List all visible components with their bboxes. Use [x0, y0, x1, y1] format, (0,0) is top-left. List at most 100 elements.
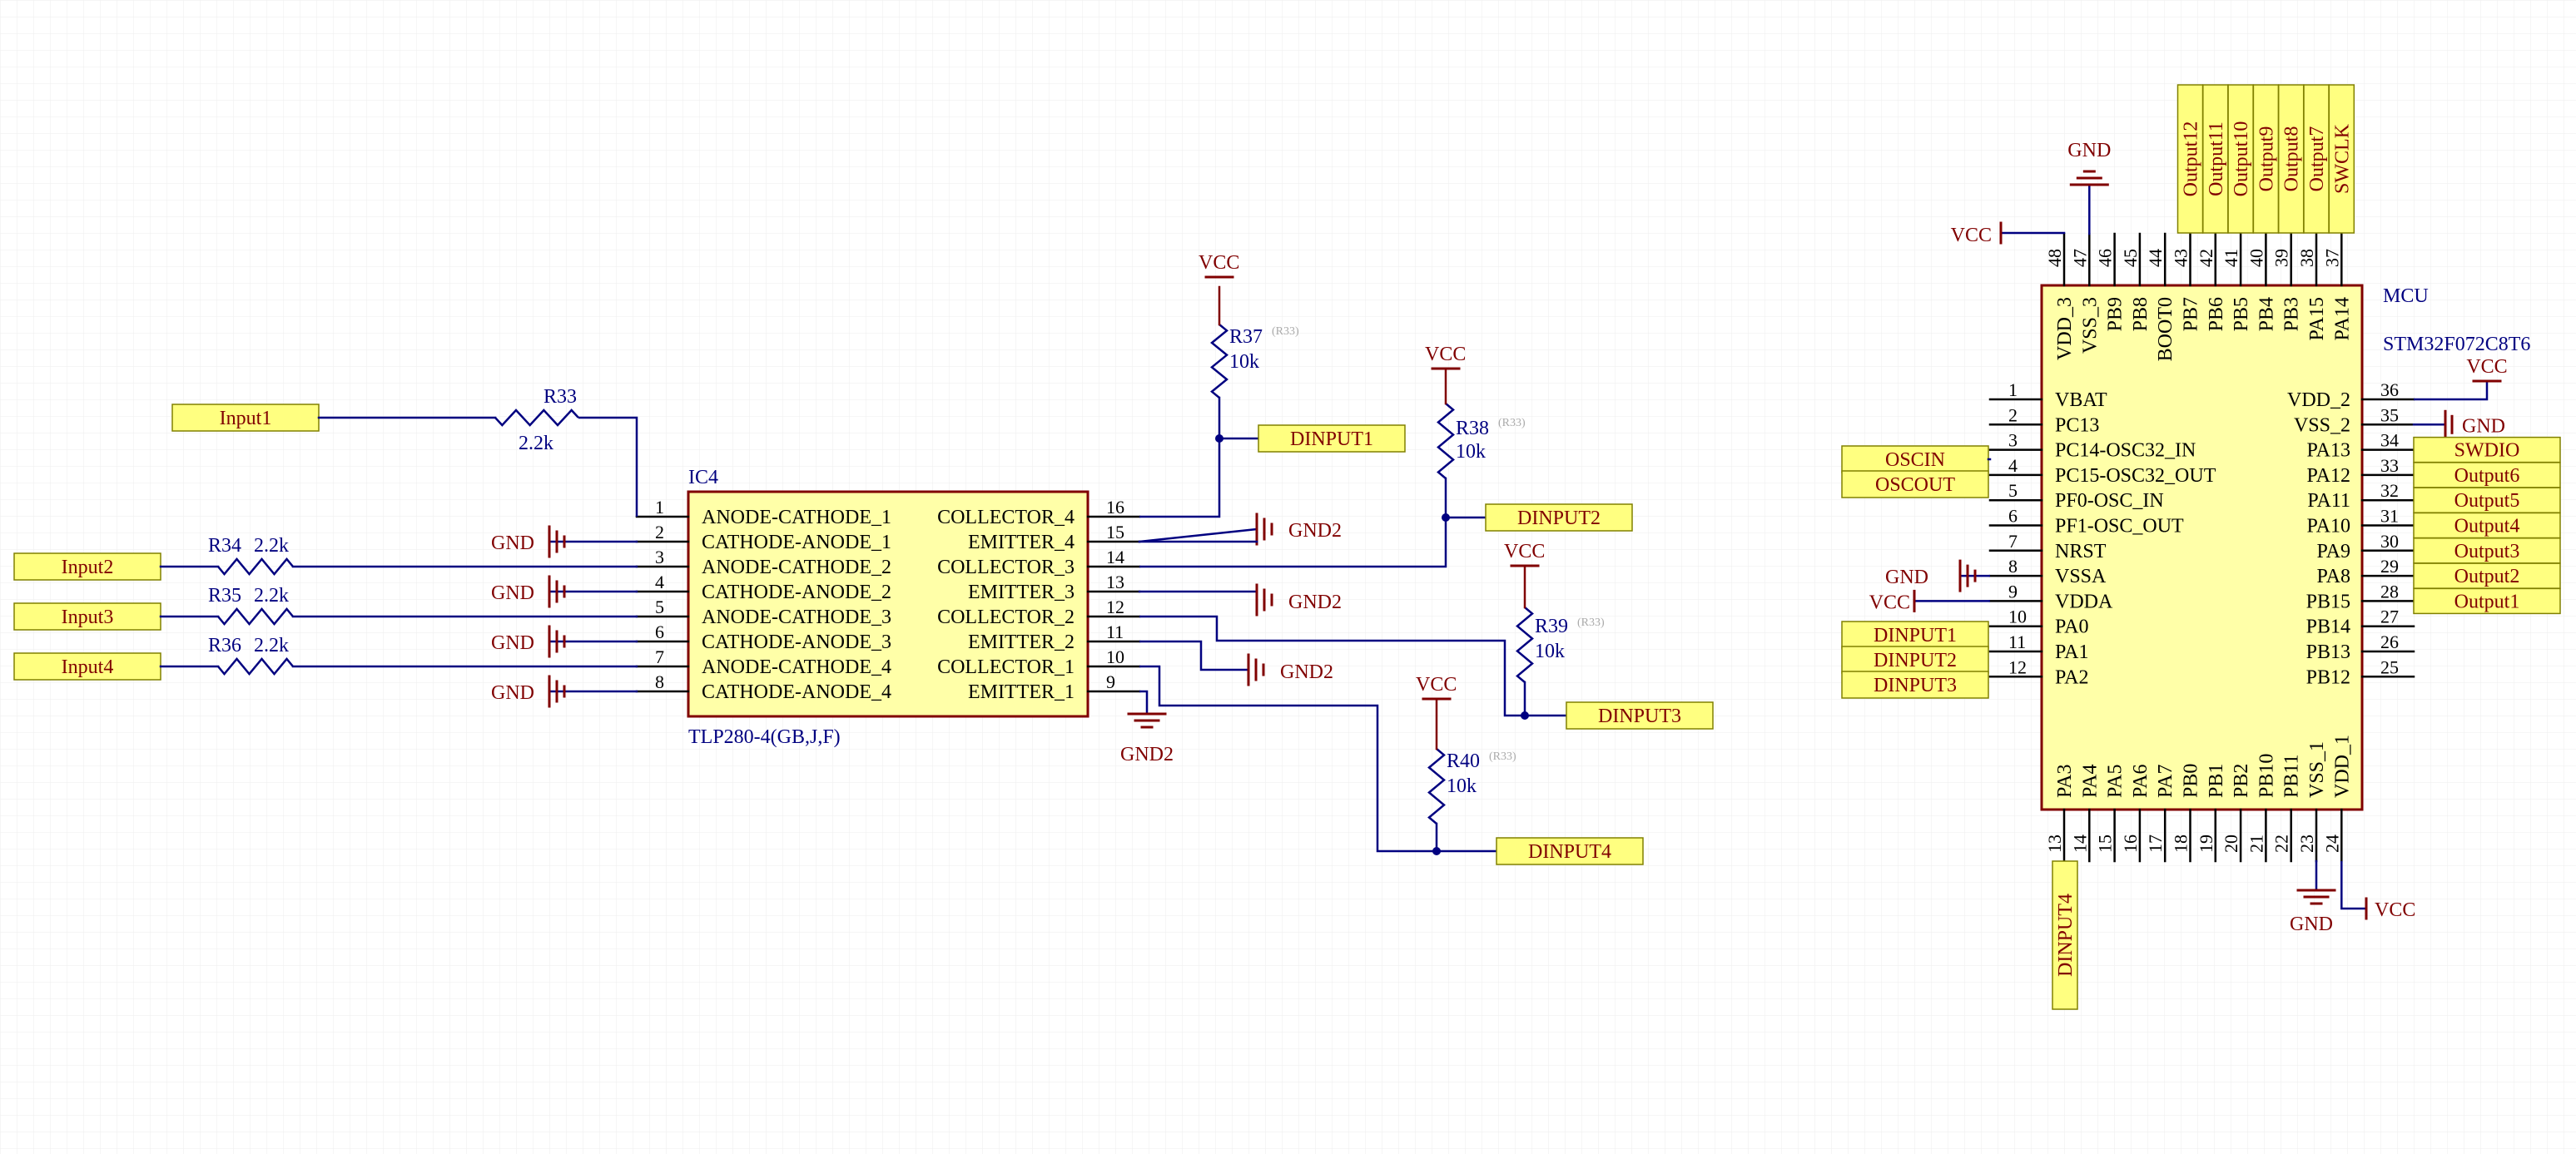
mcu-pin-number: 3 — [2008, 430, 2018, 451]
input2-net-label: Input2 — [13, 552, 161, 581]
ic4-pin-number: 8 — [655, 671, 664, 692]
r38-designator: R38 — [1456, 418, 1489, 439]
mcu-pin-number: 24 — [2321, 835, 2342, 853]
mcu-pin-name: PB8 — [2130, 297, 2152, 331]
ic4-pin-number: 9 — [1106, 671, 1115, 692]
mcu-pin-name: PB13 — [2306, 641, 2350, 663]
r39-ref: (R33) — [1577, 617, 1605, 629]
mcu-pin-name: PA10 — [2307, 516, 2350, 537]
r34-value: 2.2k — [254, 535, 289, 557]
mcu-dinput1-label-text: DINPUT1 — [1874, 625, 1957, 646]
ic4-pin-number: 7 — [655, 646, 664, 667]
mcu-pin-name: PF1-OSC_OUT — [2055, 516, 2184, 537]
mcu-part-number: STM32F072C8T6 — [2383, 334, 2530, 355]
mcu-dinput3-net-label: DINPUT3 — [1841, 671, 1989, 699]
mcu-pin-number: 39 — [2271, 249, 2292, 267]
oscin-label-text: OSCIN — [1885, 449, 1945, 471]
r37-designator: R37 — [1229, 326, 1263, 348]
r37-vcc-label: VCC — [1199, 252, 1239, 274]
mcu-vcc-bottom-label: VCC — [2375, 899, 2415, 921]
mcu-r-out1-label-text: Output1 — [2454, 591, 2520, 612]
ic4-pin-number: 5 — [655, 597, 664, 617]
ic4-gnd-label: GND — [491, 532, 534, 554]
mcu-pin-name: PB11 — [2281, 755, 2303, 798]
r39-designator: R39 — [1535, 616, 1568, 637]
dinput1-net-label: DINPUT1 — [1258, 424, 1406, 453]
mcu-pin-name: PA0 — [2055, 617, 2088, 638]
mcu-out11-net-label: Output11 — [2202, 84, 2229, 234]
mcu-dinput4-net-label: DINPUT4 — [2052, 860, 2078, 1010]
mcu-pin-name: PA4 — [2079, 765, 2101, 798]
ic4-pin-number: 1 — [655, 497, 664, 518]
mcu-out10-label-text: Output10 — [2231, 121, 2252, 197]
mcu-pin-number: 30 — [2380, 531, 2399, 552]
r37-ref: (R33) — [1272, 325, 1299, 338]
mcu-pin-number: 17 — [2145, 835, 2166, 853]
mcu-pin-number: 46 — [2095, 249, 2116, 267]
dinput4-label-text: DINPUT4 — [1528, 841, 1611, 863]
r35-value: 2.2k — [254, 585, 289, 607]
r33-designator: R33 — [543, 386, 577, 408]
mcu-pin-number: 21 — [2246, 835, 2266, 853]
ic4-pin-name: ANODE-CATHODE_3 — [702, 607, 891, 628]
ic4-pin-number: 10 — [1106, 646, 1124, 667]
ic4-pin-number: 11 — [1106, 622, 1124, 642]
mcu-pin-number: 34 — [2380, 430, 2399, 451]
mcu-pin-number: 31 — [2380, 506, 2399, 527]
mcu-pin-number: 2 — [2008, 404, 2018, 425]
mcu-pin-number: 29 — [2380, 556, 2399, 577]
mcu-vcc-right-label: VCC — [2466, 356, 2507, 378]
oscout-label-text: OSCOUT — [1875, 474, 1955, 496]
input4-net-label: Input4 — [13, 652, 161, 681]
mcu-r-out3-label-text: Output3 — [2454, 541, 2520, 562]
ic4-pin-name: COLLECTOR_2 — [937, 607, 1075, 628]
mcu-pin-name: PB1 — [2206, 764, 2227, 798]
mcu-pin-number: 22 — [2271, 835, 2292, 853]
mcu-pin-name: PA14 — [2331, 297, 2353, 340]
mcu-out7-net-label: Output7 — [2303, 84, 2330, 234]
mcu-out8-label-text: Output8 — [2281, 126, 2303, 192]
mcu-dinput1-net-label: DINPUT1 — [1841, 621, 1989, 649]
ic4-pin-number: 12 — [1106, 597, 1124, 617]
mcu-pin-name: PA15 — [2306, 297, 2328, 340]
mcu-r-out6-label-text: Output6 — [2454, 465, 2520, 487]
ic4-gnd-label: GND — [491, 682, 534, 704]
mcu-pin-number: 11 — [2008, 631, 2026, 652]
mcu-pin-name: PA6 — [2130, 765, 2152, 798]
r39-vcc-label: VCC — [1504, 541, 1545, 562]
mcu-r-out1-net-label: Output1 — [2413, 587, 2561, 615]
ic4-pin-name: CATHODE-ANODE_4 — [702, 681, 891, 703]
mcu-pin-name: PC15-OSC32_OUT — [2055, 465, 2216, 487]
mcu-dinput3-label-text: DINPUT3 — [1874, 675, 1957, 696]
mcu-pin-name: PA12 — [2307, 465, 2350, 487]
dinput3-label-text: DINPUT3 — [1598, 706, 1681, 727]
mcu-pin-number: 15 — [2095, 835, 2116, 853]
mcu-pin-name: BOOT0 — [2155, 297, 2176, 361]
ic4-pin-name: CATHODE-ANODE_1 — [702, 532, 891, 553]
mcu-gnd-right-label: GND — [2462, 415, 2505, 437]
mcu-pin-name: PA1 — [2055, 641, 2088, 663]
mcu-pin-name: PB7 — [2181, 297, 2202, 331]
mcu-pin-name: PA5 — [2105, 765, 2127, 798]
ic4-pin-number: 2 — [655, 522, 664, 542]
r40-value: 10k — [1447, 775, 1477, 797]
mcu-out9-net-label: Output9 — [2252, 84, 2280, 234]
mcu-pin-number: 36 — [2380, 379, 2399, 400]
mcu-pin-number: 23 — [2296, 835, 2317, 853]
wire-mcu-vdd3 — [2001, 231, 2066, 235]
mcu-pin-name: PA13 — [2307, 440, 2350, 462]
mcu-designator: MCU — [2383, 285, 2429, 307]
oscin-net-label: OSCIN — [1841, 445, 1989, 473]
mcu-gnd-top-label: GND — [2067, 140, 2111, 161]
mcu-pin-name: PB15 — [2306, 591, 2350, 612]
mcu-pin-name: NRST — [2055, 541, 2107, 562]
ic4-pin-name: EMITTER_4 — [968, 532, 1075, 553]
mcu-pin-number: 18 — [2171, 835, 2191, 853]
mcu-gnd-vssa-label: GND — [1885, 567, 1928, 588]
mcu-pin-name: PB14 — [2306, 617, 2350, 638]
mcu-pin-number: 4 — [2008, 455, 2018, 476]
mcu-pin-name: PB10 — [2256, 754, 2277, 798]
gnd2-label-9: GND2 — [1120, 744, 1174, 765]
mcu-pin-number: 44 — [2145, 249, 2166, 267]
ic4-pin-name: CATHODE-ANODE_2 — [702, 582, 891, 603]
